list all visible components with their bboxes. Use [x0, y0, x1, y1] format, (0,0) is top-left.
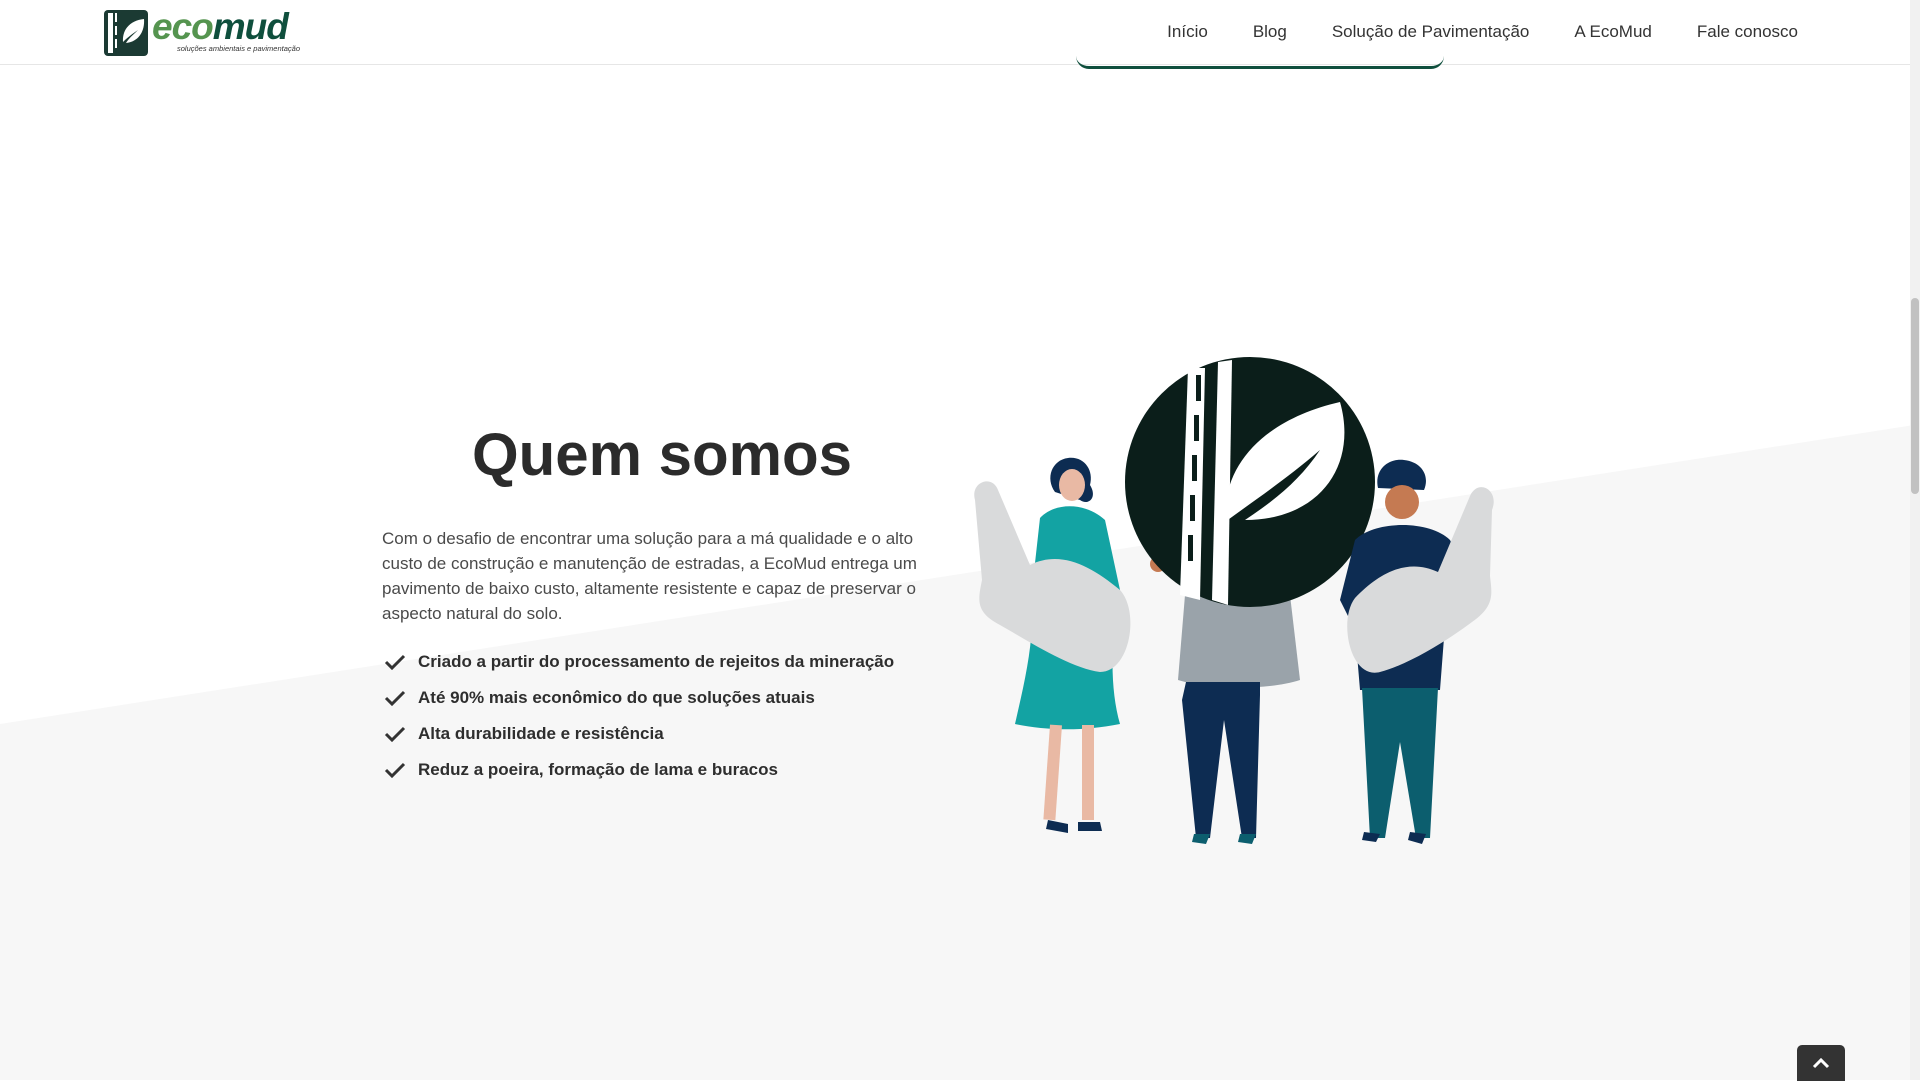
- feature-list: Criado a partir do processamento de reje…: [382, 644, 982, 788]
- feature-text: Alta durabilidade e resistência: [418, 724, 664, 743]
- site-header: ecomud soluções ambientais e pavimentaçã…: [0, 0, 1910, 65]
- check-icon: [384, 762, 406, 778]
- nav-item-fale-conosco[interactable]: Fale conosco: [1697, 22, 1798, 42]
- logo-word-mud: mud: [212, 6, 289, 47]
- feature-item: Reduz a poeira, formação de lama e burac…: [382, 752, 982, 788]
- nav-item-a-ecomud[interactable]: A EcoMud: [1574, 22, 1652, 42]
- scrollbar-thumb[interactable]: [1911, 298, 1919, 494]
- nav-item-inicio[interactable]: Início: [1167, 22, 1208, 42]
- logo-text: ecomud soluções ambientais e pavimentaçã…: [152, 8, 300, 56]
- ecomud-logo-icon: [104, 10, 148, 56]
- chevron-up-icon: [1812, 1057, 1830, 1069]
- feature-item: Criado a partir do processamento de reje…: [382, 644, 982, 680]
- feature-item: Alta durabilidade e resistência: [382, 716, 982, 752]
- logo-tagline: soluções ambientais e pavimentação: [177, 44, 300, 53]
- logo-word: ecomud: [152, 8, 289, 45]
- feature-text: Até 90% mais econômico do que soluções a…: [418, 688, 815, 707]
- ecomud-logo-illustration: [1125, 357, 1375, 607]
- logo-word-eco: eco: [152, 6, 214, 47]
- back-to-top-button[interactable]: [1797, 1045, 1845, 1081]
- section-description: Com o desafio de encontrar uma solução p…: [382, 529, 917, 623]
- main-nav: Início Blog Solução de Pavimentação A Ec…: [1122, 0, 1798, 64]
- nav-item-solucao-pavimentacao[interactable]: Solução de Pavimentação: [1332, 22, 1530, 42]
- section-title: Quem somos: [471, 421, 853, 488]
- site-logo[interactable]: ecomud soluções ambientais e pavimentaçã…: [104, 8, 304, 57]
- check-icon: [384, 726, 406, 742]
- feature-item: Até 90% mais econômico do que soluções a…: [382, 680, 982, 716]
- team-illustration: [974, 357, 1494, 844]
- previous-section-button-edge: [1076, 56, 1444, 69]
- feature-text: Criado a partir do processamento de reje…: [418, 652, 895, 671]
- woman-figure: [974, 457, 1131, 833]
- check-icon: [384, 654, 406, 670]
- check-icon: [384, 690, 406, 706]
- page-scrollbar[interactable]: [1910, 0, 1920, 1080]
- nav-item-blog[interactable]: Blog: [1253, 22, 1287, 42]
- feature-text: Reduz a poeira, formação de lama e burac…: [418, 760, 778, 779]
